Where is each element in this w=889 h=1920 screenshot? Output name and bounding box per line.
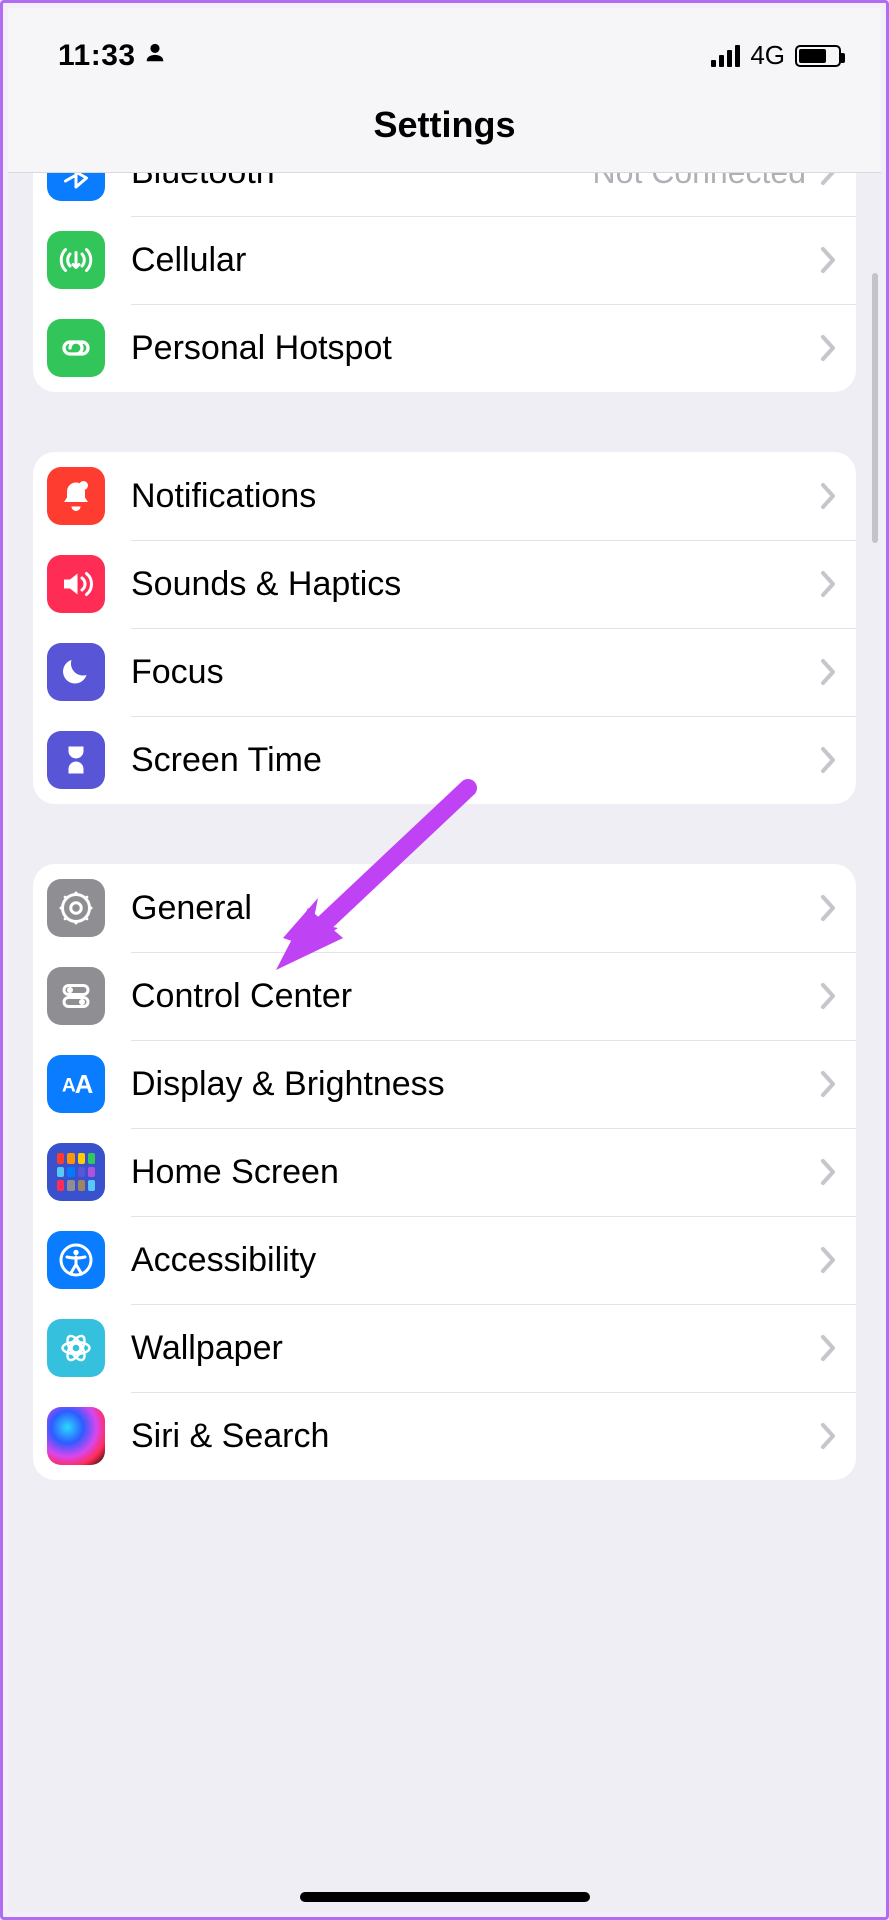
row-label: Focus [131,653,820,692]
group-general: General Control Center AA Display & Brig… [33,864,856,1480]
display-icon: AA [47,1055,105,1113]
screen-time-icon [47,731,105,789]
chevron-right-icon [820,746,836,774]
row-label: Bluetooth [131,173,593,192]
row-notifications[interactable]: Notifications [33,452,856,540]
chevron-right-icon [820,1070,836,1098]
chevron-right-icon [820,482,836,510]
row-cellular[interactable]: Cellular [33,216,856,304]
row-personal-hotspot[interactable]: Personal Hotspot [33,304,856,392]
chevron-right-icon [820,1334,836,1362]
row-accessibility[interactable]: Accessibility [33,1216,856,1304]
row-label: General [131,889,820,928]
status-time: 11:33 [58,39,136,73]
battery-icon [795,45,841,67]
row-control-center[interactable]: Control Center [33,952,856,1040]
hotspot-icon [47,319,105,377]
group-connectivity: Bluetooth Not Connected Cellular Persona… [33,173,856,392]
chevron-right-icon [820,658,836,686]
page-title: Settings [373,104,515,146]
row-label: Notifications [131,477,820,516]
status-right: 4G [711,40,841,71]
row-general[interactable]: General [33,864,856,952]
control-center-icon [47,967,105,1025]
general-icon [47,879,105,937]
settings-scroll[interactable]: Bluetooth Not Connected Cellular Persona… [8,173,881,1912]
status-left: 11:33 [58,39,166,73]
chevron-right-icon [820,894,836,922]
bluetooth-icon [47,173,105,201]
accessibility-icon [47,1231,105,1289]
notifications-icon [47,467,105,525]
focus-icon [47,643,105,701]
row-bluetooth[interactable]: Bluetooth Not Connected [33,173,856,216]
row-label: Home Screen [131,1153,820,1192]
row-siri-search[interactable]: Siri & Search [33,1392,856,1480]
row-focus[interactable]: Focus [33,628,856,716]
row-label: Accessibility [131,1241,820,1280]
group-notifications: Notifications Sounds & Haptics Focus [33,452,856,804]
chevron-right-icon [820,982,836,1010]
chevron-right-icon [820,1422,836,1450]
screen: 11:33 4G Settings Bluetooth Not Connecte… [8,8,881,1912]
user-icon [144,41,166,70]
siri-icon [47,1407,105,1465]
sounds-icon [47,555,105,613]
row-label: Screen Time [131,741,820,780]
row-home-screen[interactable]: Home Screen [33,1128,856,1216]
row-label: Wallpaper [131,1329,820,1368]
chevron-right-icon [820,334,836,362]
status-bar: 11:33 4G [8,8,881,78]
row-label: Control Center [131,977,820,1016]
row-screen-time[interactable]: Screen Time [33,716,856,804]
row-sounds[interactable]: Sounds & Haptics [33,540,856,628]
chevron-right-icon [820,570,836,598]
nav-header: Settings [8,78,881,173]
chevron-right-icon [820,173,836,186]
row-wallpaper[interactable]: Wallpaper [33,1304,856,1392]
row-label: Sounds & Haptics [131,565,820,604]
wallpaper-icon [47,1319,105,1377]
row-display-brightness[interactable]: AA Display & Brightness [33,1040,856,1128]
chevron-right-icon [820,1246,836,1274]
scroll-indicator [872,273,878,543]
row-label: Display & Brightness [131,1065,820,1104]
row-value: Not Connected [593,173,806,191]
chevron-right-icon [820,246,836,274]
home-indicator[interactable] [300,1892,590,1902]
chevron-right-icon [820,1158,836,1186]
row-label: Personal Hotspot [131,329,820,368]
row-label: Cellular [131,241,820,280]
network-label: 4G [750,40,785,71]
row-label: Siri & Search [131,1417,820,1456]
cellular-icon [47,231,105,289]
signal-icon [711,45,740,67]
svg-text:A: A [75,1071,94,1099]
home-screen-icon [47,1143,105,1201]
